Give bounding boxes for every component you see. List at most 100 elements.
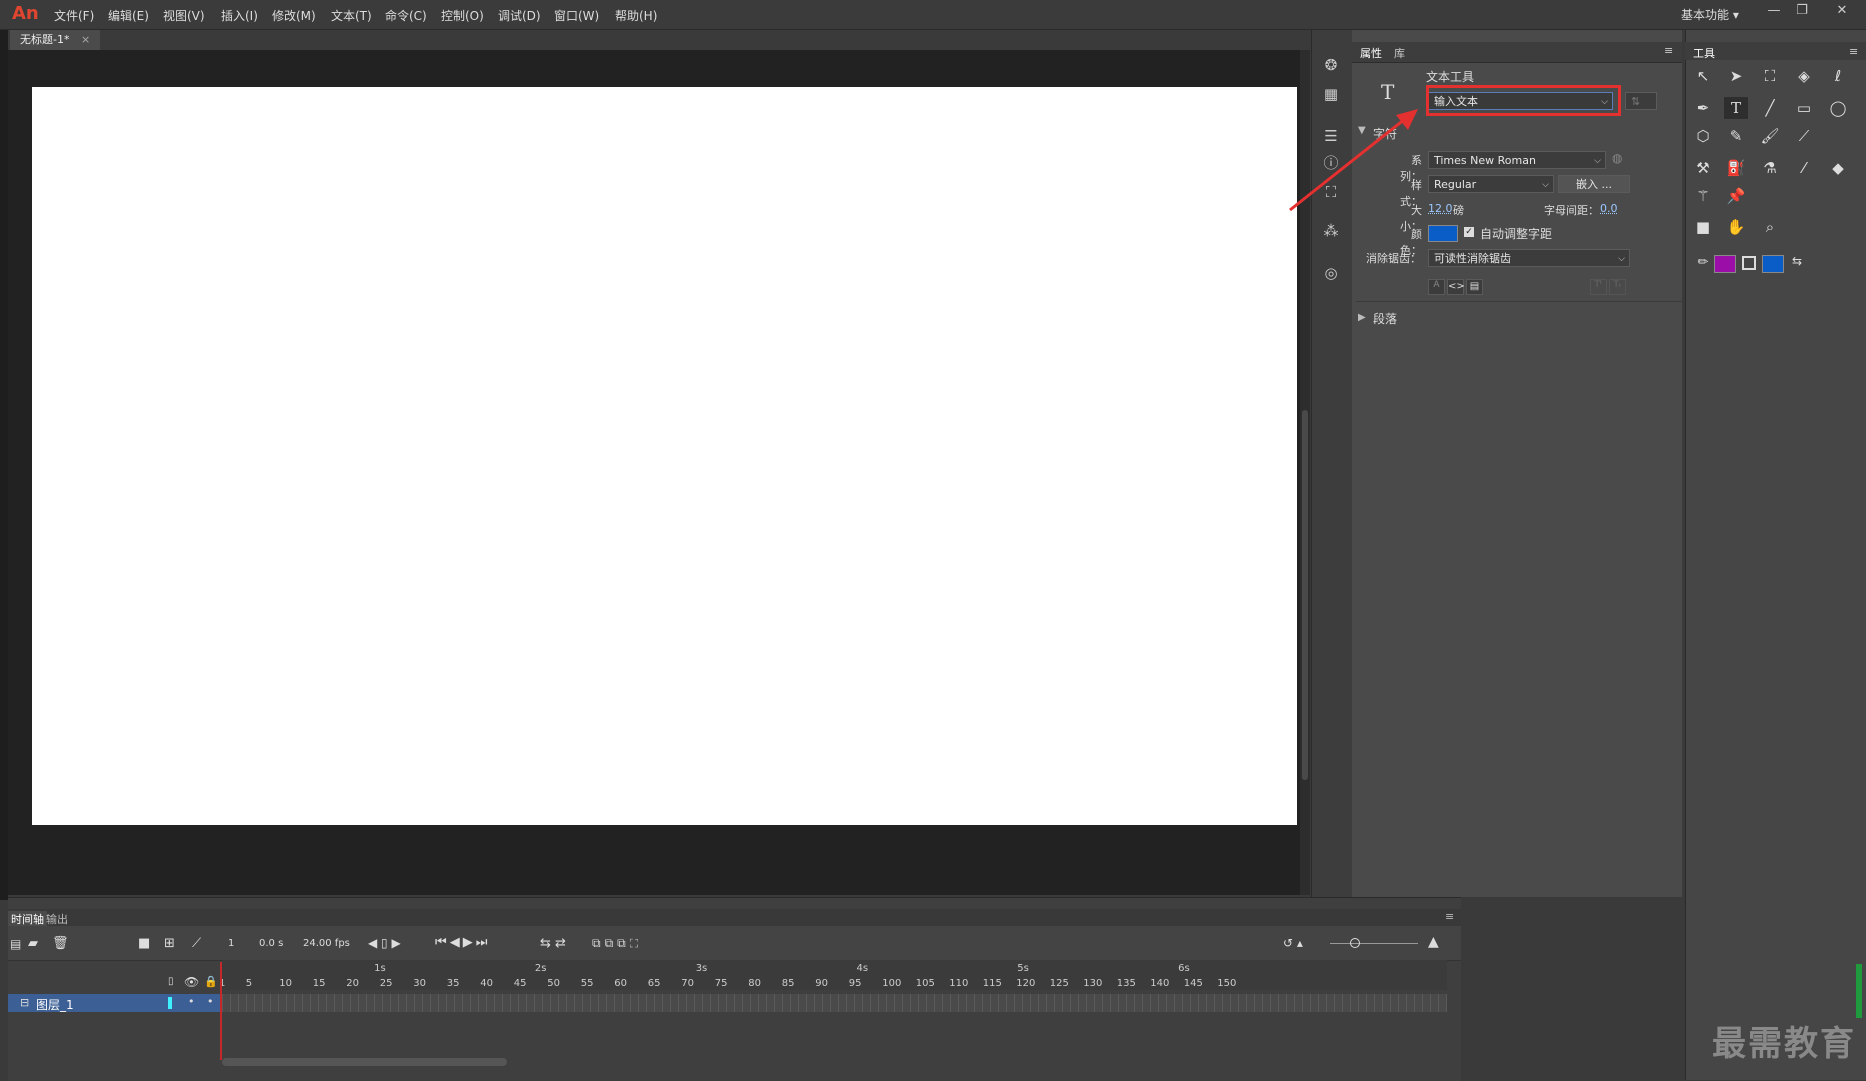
outline-icon[interactable]: ▯ [168, 976, 174, 987]
stroke-color-swatch[interactable] [1714, 255, 1736, 273]
pen-tool-icon[interactable]: ✒ [1691, 97, 1715, 119]
menu-item-4[interactable]: 修改(M) [272, 7, 316, 24]
eyedropper-tool-icon[interactable]: ⁄ [1792, 157, 1816, 179]
parenting-icon[interactable]: ⊞ [164, 936, 175, 951]
menu-item-7[interactable]: 控制(O) [441, 7, 484, 24]
superscript-icon[interactable]: Tᵗ [1590, 279, 1607, 295]
minimize-button[interactable]: — [1762, 3, 1786, 23]
line-tool-icon[interactable]: ╱ [1758, 97, 1782, 119]
pencil-tool-icon[interactable]: ✎ [1724, 125, 1748, 147]
timeline-scrollbar[interactable] [222, 1058, 507, 1066]
fill-color-swatch[interactable] [1762, 255, 1784, 273]
current-time[interactable]: 0.0 s [259, 938, 283, 949]
layer-row[interactable]: ⊟ 图层_1 • • [8, 994, 220, 1012]
hand-tool-icon[interactable]: ✋ [1724, 216, 1748, 238]
selectable-icon[interactable]: A [1428, 279, 1445, 295]
swap-colors-icon[interactable]: ⇆ [1785, 250, 1809, 272]
ruler-second-label: 1s [374, 963, 386, 974]
paragraph-expand-icon[interactable]: ▶ [1358, 312, 1366, 323]
new-folder-icon[interactable]: ▰ [28, 936, 38, 951]
current-frame[interactable]: 1 [228, 938, 234, 949]
panel-menu-icon[interactable]: ≡ [1664, 44, 1673, 57]
layer-name[interactable]: 图层_1 [36, 996, 74, 1013]
oval-tool-icon[interactable]: ◯ [1826, 97, 1850, 119]
text-tool-button[interactable]: T [1724, 97, 1748, 119]
tab-timeline[interactable]: 时间轴 [8, 911, 47, 927]
eraser-tool-icon[interactable]: ◆ [1826, 157, 1850, 179]
menu-item-10[interactable]: 帮助(H) [615, 7, 657, 24]
menu-item-6[interactable]: 命令(C) [385, 7, 427, 24]
playhead[interactable] [220, 962, 222, 1060]
timeline-menu-icon[interactable]: ≡ [1445, 910, 1454, 923]
stage-canvas[interactable] [32, 87, 1297, 825]
document-tab[interactable]: 无标题-1* × [10, 30, 101, 50]
zoom-slider-thumb[interactable] [1350, 938, 1360, 948]
paint-brush-tool-icon[interactable]: 🖌 [1758, 125, 1782, 147]
antialias-select[interactable]: 可读性消除锯齿 ⌵ [1428, 249, 1630, 267]
eye-icon[interactable]: 👁 [184, 975, 199, 989]
camera-layer-icon[interactable]: ■ [138, 936, 150, 951]
menu-item-5[interactable]: 文本(T) [331, 7, 372, 24]
graph-icon[interactable]: ⟋ [192, 936, 201, 951]
ink-bottle-tool-icon[interactable]: ⚗ [1758, 157, 1782, 179]
zoom-slider-track[interactable] [1330, 943, 1418, 944]
tab-library[interactable]: 库 [1394, 45, 1405, 61]
loop-icon[interactable]: ⇆ ⇄ [540, 936, 566, 951]
embed-button[interactable]: 嵌入 ... [1558, 175, 1630, 193]
onion-skin-icons[interactable]: ⧉⧉⧉⛶ [592, 936, 642, 951]
menu-item-8[interactable]: 调试(D) [498, 7, 541, 24]
frames-row[interactable] [222, 994, 1447, 1012]
width-tool-icon[interactable]: ⚚ [1691, 185, 1715, 207]
motion-presets-icon[interactable]: ❂ [1322, 56, 1340, 74]
html-render-icon[interactable]: <> [1447, 279, 1465, 295]
font-family-select[interactable]: Times New Roman ⌵ [1428, 151, 1606, 169]
lock-icon[interactable]: 🔒 [204, 975, 218, 988]
menu-item-9[interactable]: 窗口(W) [554, 7, 599, 24]
lasso-tool-icon[interactable]: ℓ [1826, 65, 1850, 87]
playback-controls[interactable]: ⏮◀▶⏭ [435, 935, 490, 950]
rectangle-tool-icon[interactable]: ▭ [1792, 97, 1816, 119]
workspace-switcher[interactable]: 基本功能 ▾ [1681, 6, 1739, 23]
close-tab-icon[interactable]: × [81, 33, 90, 46]
center-frame-icon[interactable]: ↺ ▴ [1283, 936, 1303, 950]
text-orientation-select[interactable]: ⇅ [1625, 92, 1657, 110]
auto-kern-checkbox[interactable]: ✓ [1464, 227, 1474, 237]
close-window-button[interactable]: ✕ [1830, 3, 1854, 23]
components-icon[interactable]: ⁂ [1322, 222, 1340, 240]
3d-rotation-tool-icon[interactable]: ◈ [1792, 65, 1816, 87]
prev-keyframe-icon[interactable]: ◀ ▯ ▶ [368, 936, 401, 950]
restore-button[interactable]: ❐ [1790, 3, 1814, 23]
menu-item-3[interactable]: 插入(I) [221, 7, 258, 24]
frame-rate[interactable]: 24.00 fps [303, 938, 350, 949]
camera-tool-icon[interactable]: ■ [1691, 216, 1715, 238]
brush-tool-icon[interactable]: ⟋ [1792, 125, 1816, 147]
cc-libraries-icon[interactable]: ◎ [1322, 264, 1340, 282]
selection-tool-icon[interactable]: ↖ [1691, 65, 1715, 87]
tab-output[interactable]: 输出 [46, 911, 68, 927]
tab-properties[interactable]: 属性 [1360, 45, 1382, 61]
tools-menu-icon[interactable]: ≡ [1849, 45, 1858, 58]
text-color-swatch[interactable] [1428, 225, 1458, 242]
menu-item-1[interactable]: 编辑(E) [108, 7, 149, 24]
zoom-max-icon[interactable]: ▲ [1428, 934, 1439, 950]
paint-bucket-tool-icon[interactable]: ⛽ [1724, 157, 1748, 179]
delete-layer-icon[interactable]: 🗑 [52, 936, 69, 951]
font-style-select[interactable]: Regular ⌵ [1428, 175, 1554, 193]
pin-tool-icon[interactable]: 📌 [1724, 185, 1748, 207]
free-transform-tool-icon[interactable]: ⛶ [1758, 65, 1782, 87]
bone-tool-icon[interactable]: ⚒ [1691, 157, 1715, 179]
stage-scroll-thumb[interactable] [1302, 410, 1308, 780]
letter-spacing-value[interactable]: 0.0 [1600, 202, 1618, 215]
menu-item-0[interactable]: 文件(F) [54, 7, 94, 24]
subscript-icon[interactable]: Tₜ [1609, 279, 1626, 295]
layer-visible-dot[interactable]: • [188, 995, 195, 1008]
subselection-tool-icon[interactable]: ➤ [1724, 65, 1748, 87]
new-layer-icon[interactable]: ▤ [10, 937, 21, 951]
font-size-value[interactable]: 12.0 [1428, 202, 1453, 215]
layer-lock-dot[interactable]: • [207, 995, 214, 1008]
border-icon[interactable]: ▤ [1466, 279, 1483, 295]
polystar-tool-icon[interactable]: ⬡ [1691, 125, 1715, 147]
menu-item-2[interactable]: 视图(V) [163, 7, 205, 24]
swatches-icon[interactable]: ▦ [1322, 85, 1340, 103]
zoom-tool-icon[interactable]: ⌕ [1758, 216, 1782, 238]
